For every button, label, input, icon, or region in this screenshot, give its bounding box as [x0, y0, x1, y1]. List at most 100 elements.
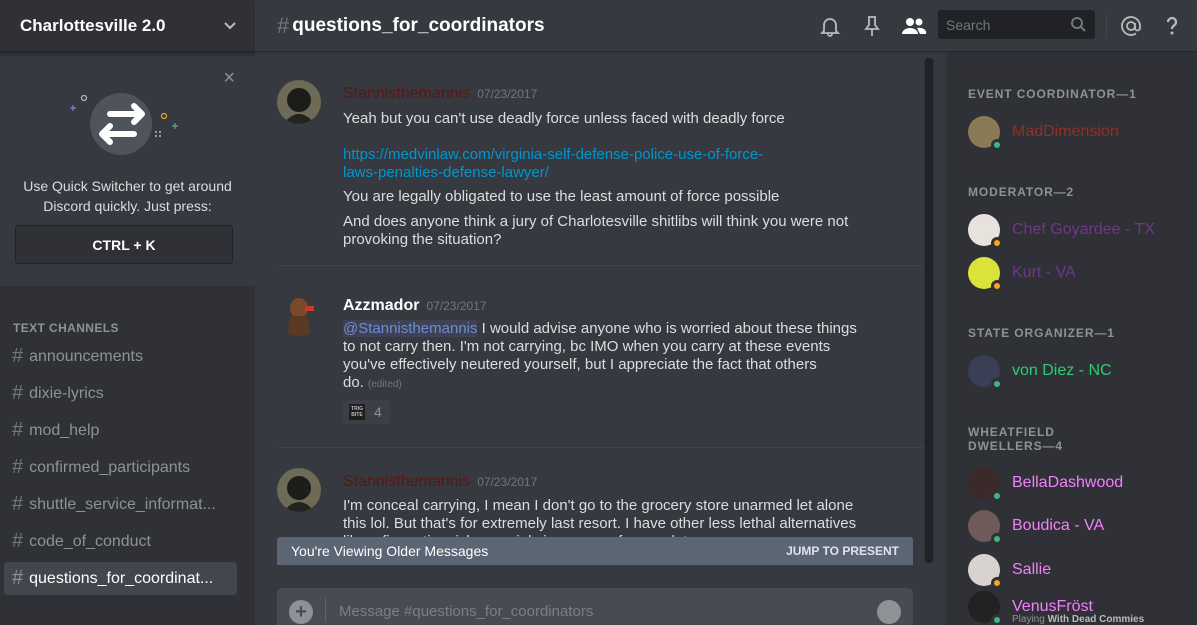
message-list: Stannisthemannis 07/23/2017 Yeah but you… — [255, 53, 933, 625]
older-messages-bar: You're Viewing Older Messages JUMP TO PR… — [277, 537, 913, 565]
message-text: I'm conceal carrying, I mean I don't go … — [343, 497, 854, 514]
idle-status-icon — [991, 577, 1003, 589]
member-item[interactable]: Boudica - VA — [968, 508, 1188, 545]
online-status-icon — [991, 533, 1003, 545]
message-text-segment: do. — [343, 374, 364, 391]
pin-icon[interactable] — [860, 14, 884, 38]
timestamp: 07/23/2017 — [477, 475, 538, 489]
member-name: Kurt - VA — [1012, 264, 1076, 281]
channel-item-code-of-conduct[interactable]: # code_of_conduct — [4, 525, 237, 558]
avatar[interactable] — [277, 292, 321, 336]
search-icon — [1071, 17, 1086, 32]
message-text: And does anyone think a jury of Charlote… — [343, 213, 849, 230]
chat-header: # questions_for_coordinators Search — [255, 0, 1197, 52]
message-text: you've effectively neutered yourself, bu… — [343, 356, 817, 373]
online-status-icon — [991, 614, 1003, 625]
channel-item-confirmed-participants[interactable]: # confirmed_participants — [4, 451, 237, 484]
reaction-button[interactable]: TRIG BITE 4 — [343, 400, 390, 424]
member-item[interactable]: BellaDashwood — [968, 465, 1188, 502]
trigbite-emoji-icon: TRIG BITE — [349, 404, 365, 420]
message-link[interactable]: laws-penalties-defense-lawyer/ — [343, 164, 903, 182]
member-activity: Playing With Dead Commies — [1012, 614, 1144, 625]
jump-to-present-button[interactable]: JUMP TO PRESENT — [786, 544, 899, 558]
channel-name: mod_help — [29, 421, 100, 439]
member-item[interactable]: Sallie — [968, 552, 1188, 589]
member-item[interactable]: VenusFröst Playing With Dead Commies — [968, 589, 1188, 625]
idle-status-icon — [991, 280, 1003, 292]
avatar — [968, 467, 1003, 502]
hash-icon: # — [12, 419, 24, 441]
channel-name: shuttle_service_informat... — [29, 495, 216, 513]
activity-prefix: Playing — [1012, 614, 1048, 625]
quick-switcher-tip: × Use Quick Switcher to get around Disco… — [0, 56, 255, 286]
member-item[interactable]: Kurt - VA — [968, 255, 1188, 292]
message-divider — [277, 265, 925, 266]
username[interactable]: Azzmador — [343, 297, 419, 315]
member-item[interactable]: MadDimension — [968, 114, 1188, 151]
close-icon[interactable]: × — [223, 68, 235, 88]
message-group: Azzmador 07/23/2017 @Stannisthemannis I … — [277, 292, 925, 432]
member-name: von Diez - NC — [1012, 362, 1112, 379]
channel-sidebar: Charlottesville 2.0 × Use Quick Switcher… — [0, 0, 255, 625]
timestamp: 07/23/2017 — [477, 87, 538, 101]
server-name: Charlottesville 2.0 — [20, 15, 166, 35]
mention-icon[interactable] — [1119, 14, 1143, 38]
member-item[interactable]: Chef Goyardee - TX — [968, 212, 1188, 249]
message-header: Azzmador 07/23/2017 — [343, 297, 487, 315]
search-placeholder: Search — [946, 16, 991, 33]
username[interactable]: Stannisthemannis — [343, 473, 470, 491]
hash-icon: # — [12, 382, 24, 404]
channel-item-shuttle-service[interactable]: # shuttle_service_informat... — [4, 488, 237, 521]
message-text: to not carry then. I'm not carrying, bc … — [343, 338, 831, 355]
composer-divider — [325, 598, 326, 622]
avatar — [968, 554, 1003, 589]
hash-icon: # — [12, 493, 24, 515]
role-header: EVENT COORDINATOR—1 — [968, 87, 1137, 101]
header-divider — [1106, 13, 1107, 37]
message-scrollbar[interactable] — [924, 58, 934, 563]
chevron-down-icon[interactable] — [223, 19, 237, 33]
hash-icon: # — [12, 345, 24, 367]
channel-title: # questions_for_coordinators — [277, 13, 545, 39]
channel-title-text: questions_for_coordinators — [292, 14, 545, 36]
quick-switcher-text: Use Quick Switcher to get around Discord… — [23, 178, 232, 214]
avatar[interactable] — [277, 468, 321, 512]
quick-switcher-shortcut[interactable]: CTRL + K — [15, 225, 233, 264]
role-header: STATE ORGANIZER—1 — [968, 326, 1115, 340]
emoji-picker-icon[interactable] — [877, 600, 901, 624]
channel-item-mod-help[interactable]: # mod_help — [4, 414, 237, 447]
avatar — [968, 591, 1003, 625]
avatar — [968, 355, 1003, 390]
member-item[interactable]: von Diez - NC — [968, 353, 1188, 390]
quick-switcher-icon — [70, 93, 178, 155]
hash-icon: # — [277, 12, 290, 38]
members-icon[interactable] — [900, 14, 928, 38]
avatar[interactable] — [277, 80, 321, 124]
online-status-icon — [991, 490, 1003, 502]
upload-plus-icon[interactable]: + — [289, 600, 313, 624]
channel-name: announcements — [29, 347, 143, 365]
user-mention[interactable]: @Stannisthemannis — [343, 320, 478, 337]
username[interactable]: Stannisthemannis — [343, 85, 470, 103]
bell-icon[interactable] — [818, 14, 842, 38]
scrollbar-thumb[interactable] — [925, 58, 933, 563]
search-input[interactable]: Search — [938, 10, 1095, 39]
message-text: do. (edited) — [343, 374, 903, 394]
message-text-segment: I would advise anyone who is worried abo… — [477, 320, 857, 337]
channel-name: questions_for_coordinat... — [29, 569, 214, 587]
channel-name: dixie-lyrics — [29, 384, 104, 402]
channel-item-questions-for-coordinators[interactable]: # questions_for_coordinat... — [4, 562, 237, 595]
message-text: provoking the situation? — [343, 231, 502, 248]
help-icon[interactable] — [1160, 14, 1184, 38]
role-header-line: WHEATFIELD — [968, 425, 1055, 439]
role-header: MODERATOR—2 — [968, 185, 1075, 199]
hash-icon: # — [12, 456, 24, 478]
server-header[interactable]: Charlottesville 2.0 — [0, 0, 255, 52]
text-channels-header[interactable]: TEXT CHANNELS — [13, 321, 119, 335]
message-input[interactable] — [339, 600, 859, 622]
channel-item-announcements[interactable]: # announcements — [4, 340, 237, 373]
channel-item-dixie-lyrics[interactable]: # dixie-lyrics — [4, 377, 237, 410]
member-name: MadDimension — [1012, 123, 1119, 140]
message-text: @Stannisthemannis I would advise anyone … — [343, 320, 903, 338]
message-link[interactable]: https://medvinlaw.com/virginia-self-defe… — [343, 146, 903, 164]
